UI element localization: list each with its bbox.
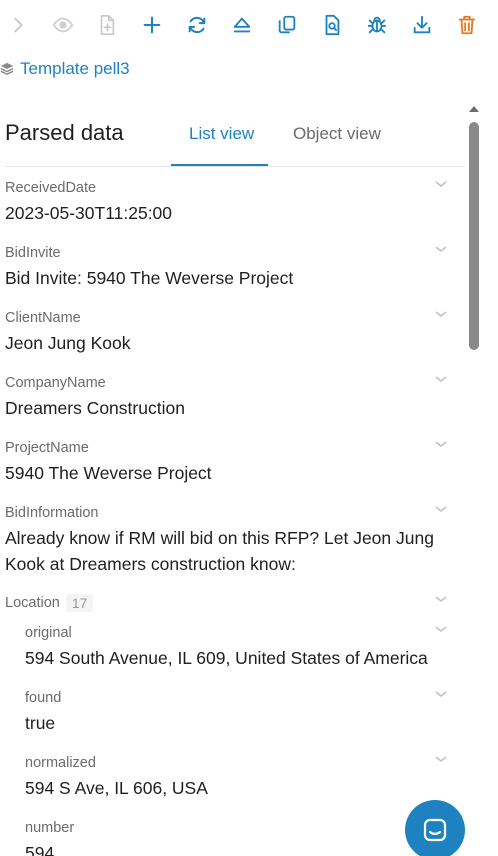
field-label: normalized	[25, 755, 96, 771]
layers-icon	[0, 62, 14, 76]
field-location-found: found true	[25, 689, 450, 736]
refresh-icon[interactable]	[182, 10, 212, 40]
field-value: 5940 The Weverse Project	[5, 463, 212, 483]
bug-icon[interactable]	[362, 10, 392, 40]
chevron-down-icon[interactable]	[434, 502, 448, 516]
toolbar	[0, 10, 498, 40]
field-value: 594	[25, 843, 55, 856]
field-label-text: Location	[5, 595, 60, 611]
template-link[interactable]: Template pell3	[0, 58, 130, 80]
plus-icon[interactable]	[137, 10, 167, 40]
chevron-down-icon[interactable]	[434, 437, 448, 451]
field-received-date: ReceivedDate 2023-05-30T11:25:00	[5, 179, 450, 226]
field-value: 2023-05-30T11:25:00	[5, 203, 173, 223]
trash-icon[interactable]	[452, 10, 482, 40]
chevron-down-icon[interactable]	[434, 622, 448, 636]
field-label: BidInformation	[5, 505, 99, 521]
chat-button[interactable]	[405, 800, 465, 856]
header-divider	[5, 166, 465, 167]
download-icon[interactable]	[407, 10, 437, 40]
chevron-down-icon[interactable]	[434, 752, 448, 766]
field-label: CompanyName	[5, 375, 106, 391]
field-value: Jeon Jung Kook	[5, 333, 131, 353]
tab-list-view[interactable]: List view	[189, 124, 254, 144]
eject-icon[interactable]	[227, 10, 257, 40]
chevron-down-icon[interactable]	[434, 177, 448, 191]
parsed-data-panel: Template pell3 Parsed data List view Obj…	[0, 0, 498, 856]
field-value: Already know if RM will bid on this RFP?…	[5, 528, 434, 574]
scrollbar-thumb[interactable]	[469, 122, 479, 350]
file-search-icon[interactable]	[317, 10, 347, 40]
chevron-down-icon[interactable]	[434, 687, 448, 701]
field-location: Location 17	[5, 594, 450, 612]
file-plus-icon[interactable]	[92, 10, 122, 40]
field-label: ClientName	[5, 310, 81, 326]
field-value: 594 S Ave, IL 606, USA	[25, 778, 208, 798]
field-label: Location 17	[5, 594, 450, 612]
field-label: ProjectName	[5, 440, 89, 456]
field-label: ReceivedDate	[5, 180, 97, 196]
field-location-number: number 594	[25, 819, 450, 856]
field-project-name: ProjectName 5940 The Weverse Project	[5, 439, 450, 486]
field-location-normalized: normalized 594 S Ave, IL 606, USA	[25, 754, 450, 801]
item-count-badge: 17	[65, 594, 94, 612]
field-bid-invite: BidInvite Bid Invite: 5940 The Weverse P…	[5, 244, 450, 291]
field-label: number	[25, 820, 75, 836]
field-bid-information: BidInformation Already know if RM will b…	[5, 504, 450, 577]
chevron-down-icon[interactable]	[434, 307, 448, 321]
field-value: Dreamers Construction	[5, 398, 185, 418]
field-label: BidInvite	[5, 245, 61, 261]
field-label: found	[25, 690, 62, 706]
eye-icon[interactable]	[48, 10, 78, 40]
field-value: Bid Invite: 5940 The Weverse Project	[5, 268, 294, 288]
chevron-down-icon[interactable]	[434, 372, 448, 386]
chat-icon	[423, 818, 447, 842]
field-value: 594 South Avenue, IL 609, United States …	[25, 648, 428, 668]
field-company-name: CompanyName Dreamers Construction	[5, 374, 450, 421]
scroll-up-arrow-icon[interactable]	[468, 104, 480, 114]
copy-icon[interactable]	[272, 10, 302, 40]
field-location-original: original 594 South Avenue, IL 609, Unite…	[25, 624, 450, 671]
field-label: original	[25, 625, 72, 641]
tab-object-view[interactable]: Object view	[293, 124, 381, 144]
template-name: Template pell3	[20, 59, 130, 78]
chevron-down-icon[interactable]	[434, 242, 448, 256]
chevron-down-icon[interactable]	[434, 592, 448, 606]
field-client-name: ClientName Jeon Jung Kook	[5, 309, 450, 356]
panel-title: Parsed data	[5, 120, 124, 145]
field-value: true	[25, 713, 56, 733]
chevron-right-icon[interactable]	[3, 10, 33, 40]
